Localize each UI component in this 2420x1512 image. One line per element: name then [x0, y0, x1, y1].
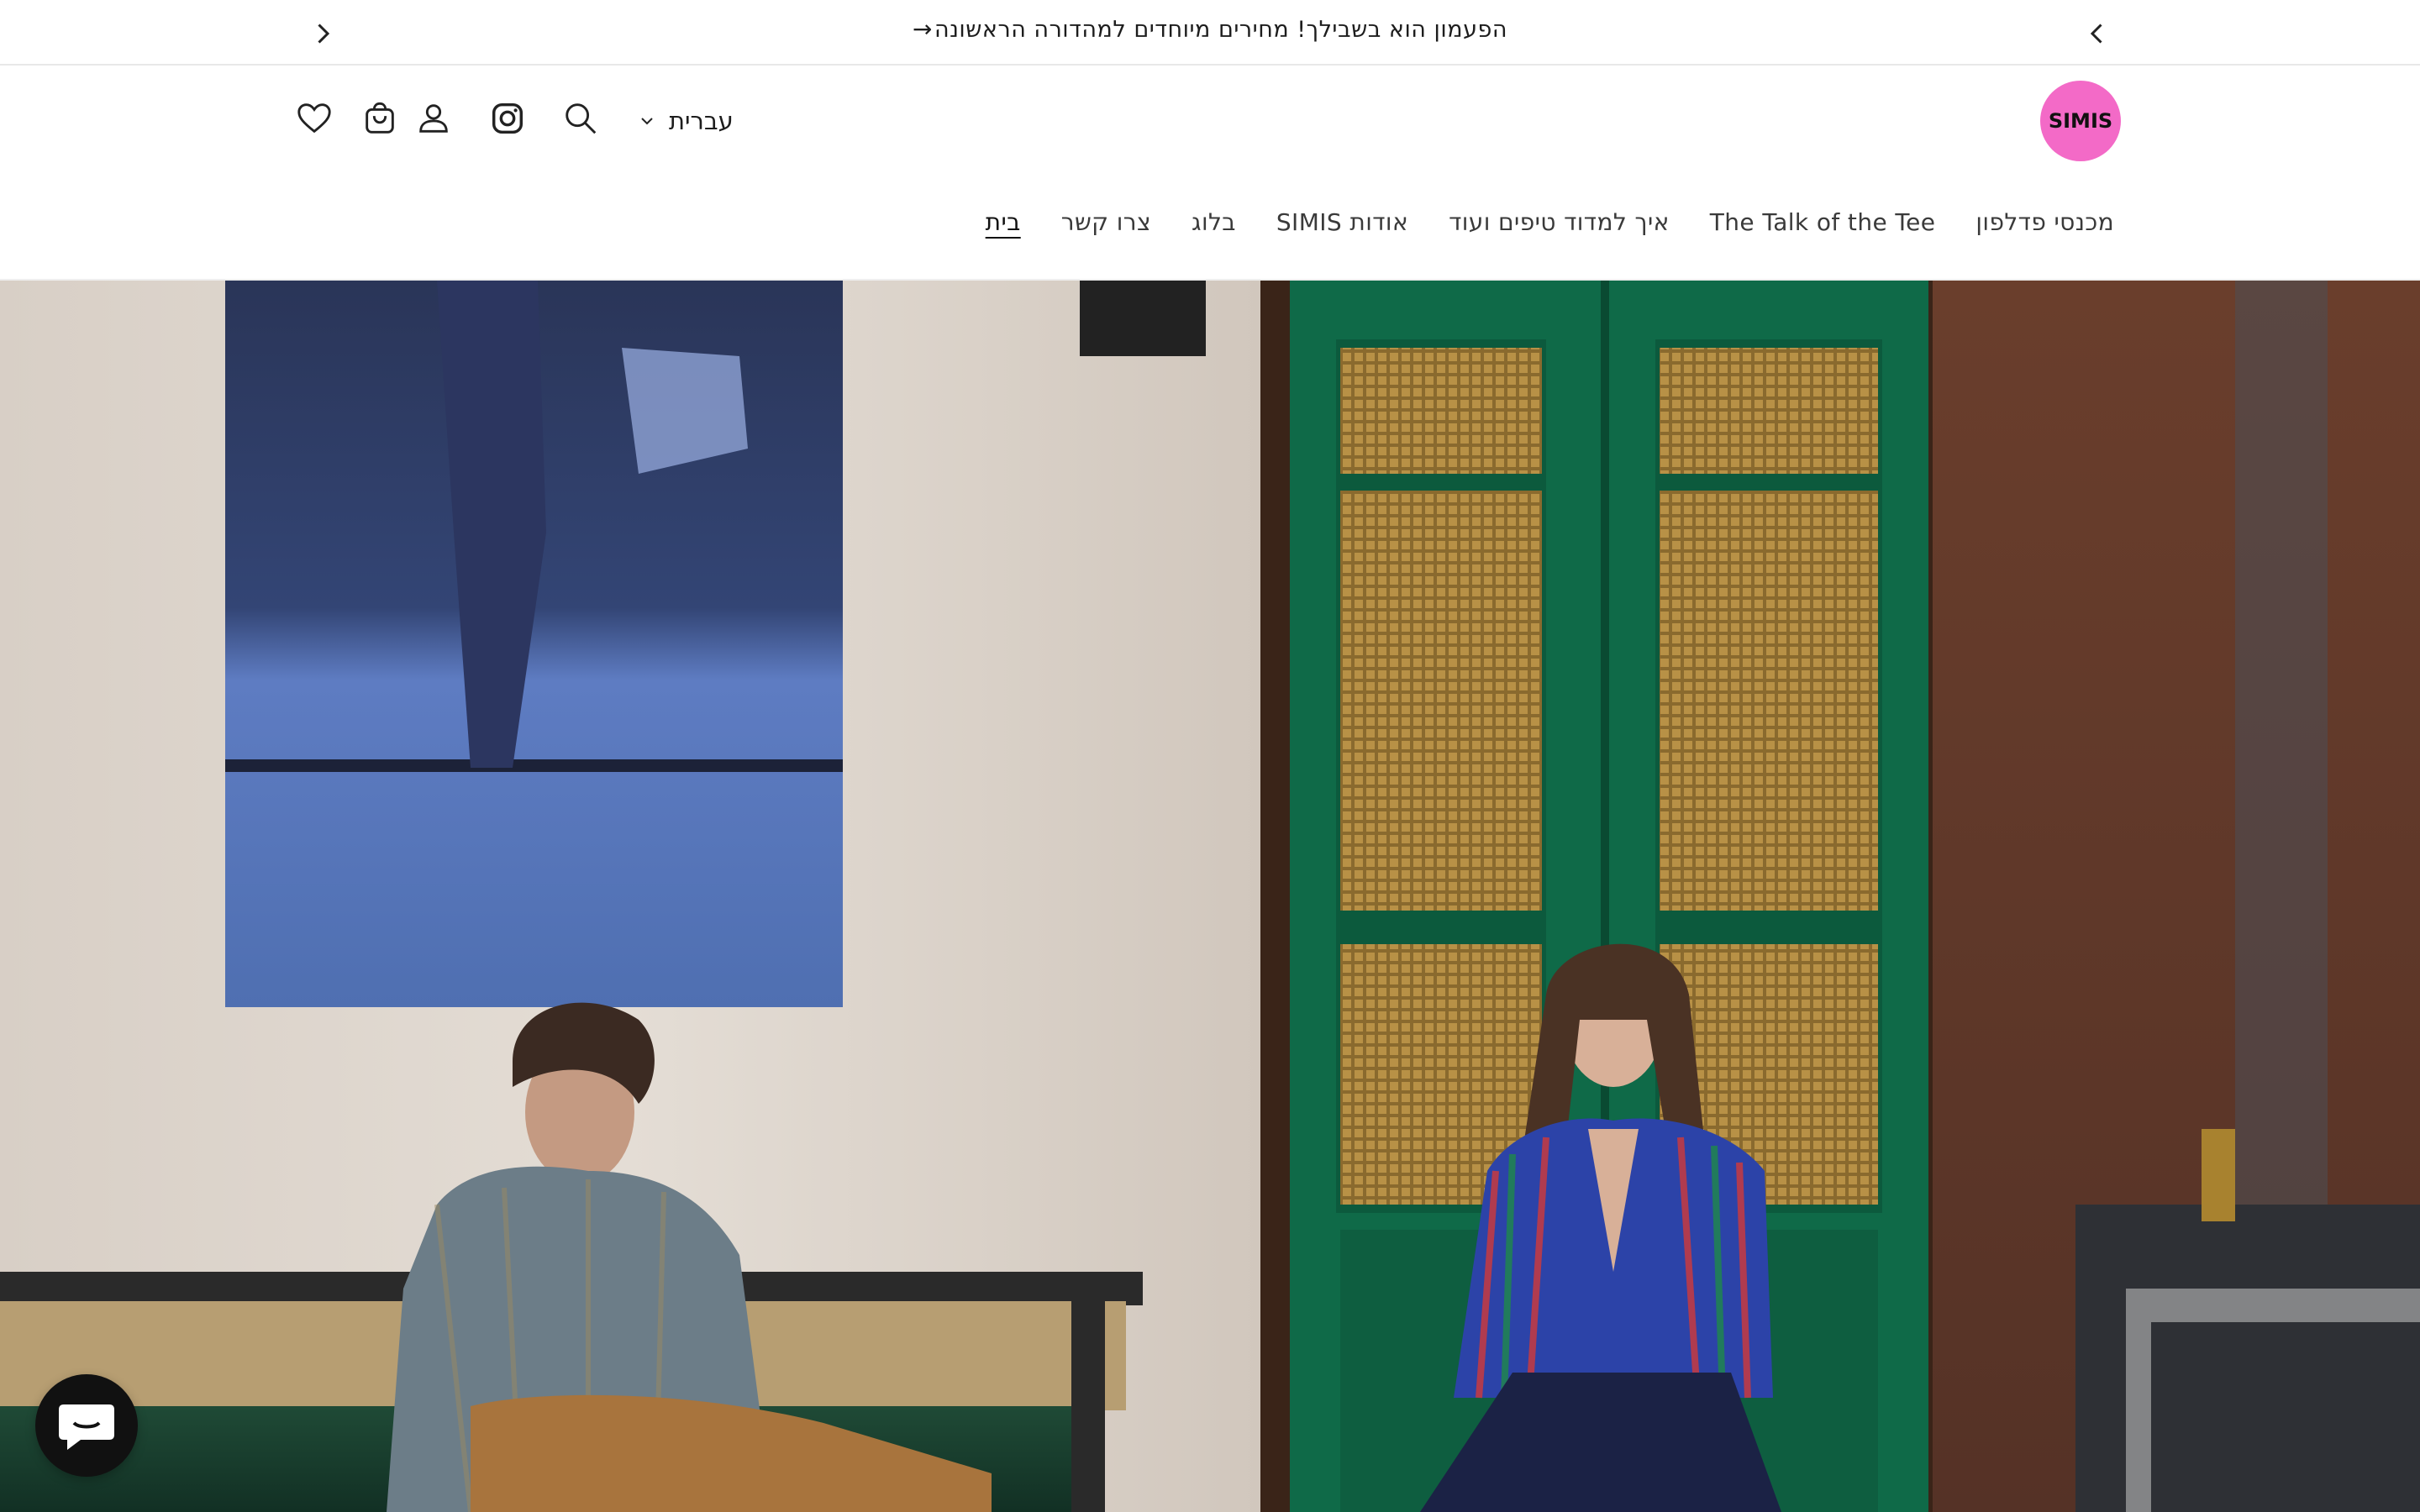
announcement-text[interactable]: הפעמון הוא בשבילך! מחירים מיוחדים למהדור…: [934, 17, 1507, 43]
cart-icon[interactable]: [360, 99, 399, 138]
nav-item-bellbottoms[interactable]: מכנסי פדלפון: [1975, 208, 2114, 236]
chat-button[interactable]: [35, 1374, 138, 1477]
site-header: SIMIS עברית בית צרו קשר בלוג אודות SIMIS…: [0, 67, 2420, 281]
nav-item-contact[interactable]: צרו קשר: [1061, 208, 1151, 236]
nav-item-about[interactable]: אודות SIMIS: [1276, 208, 1408, 236]
nav-item-blog[interactable]: בלוג: [1192, 208, 1236, 236]
announcement-text-wrap[interactable]: הפעמון הוא בשבילך! מחירים מיוחדים למהדור…: [0, 15, 2420, 43]
account-icon[interactable]: [414, 99, 453, 138]
chevron-down-icon: [641, 118, 653, 125]
arrow-right-icon: →: [913, 15, 933, 43]
chat-icon: [59, 1404, 114, 1450]
search-icon[interactable]: [561, 99, 600, 138]
announcement-next-chevron-icon[interactable]: [308, 18, 338, 49]
language-selector[interactable]: עברית: [637, 104, 734, 138]
hero-banner-image[interactable]: [0, 281, 2420, 1512]
language-label: עברית: [669, 107, 734, 135]
logo-text: SIMIS: [2048, 109, 2113, 133]
wishlist-heart-icon[interactable]: [295, 99, 334, 138]
nav-item-talk-of-the-tee[interactable]: The Talk of the Tee: [1710, 208, 1936, 236]
nav-item-home[interactable]: בית: [986, 208, 1021, 236]
main-nav: בית צרו קשר בלוג אודות SIMIS איך למדוד ט…: [986, 208, 2114, 236]
logo[interactable]: SIMIS: [2040, 81, 2121, 161]
instagram-icon[interactable]: [488, 99, 527, 138]
nav-item-measure-tips[interactable]: איך למדוד טיפים ועוד: [1449, 208, 1670, 236]
announcement-bar: הפעמון הוא בשבילך! מחירים מיוחדים למהדור…: [0, 0, 2420, 66]
hero-photo: [0, 281, 2420, 1512]
